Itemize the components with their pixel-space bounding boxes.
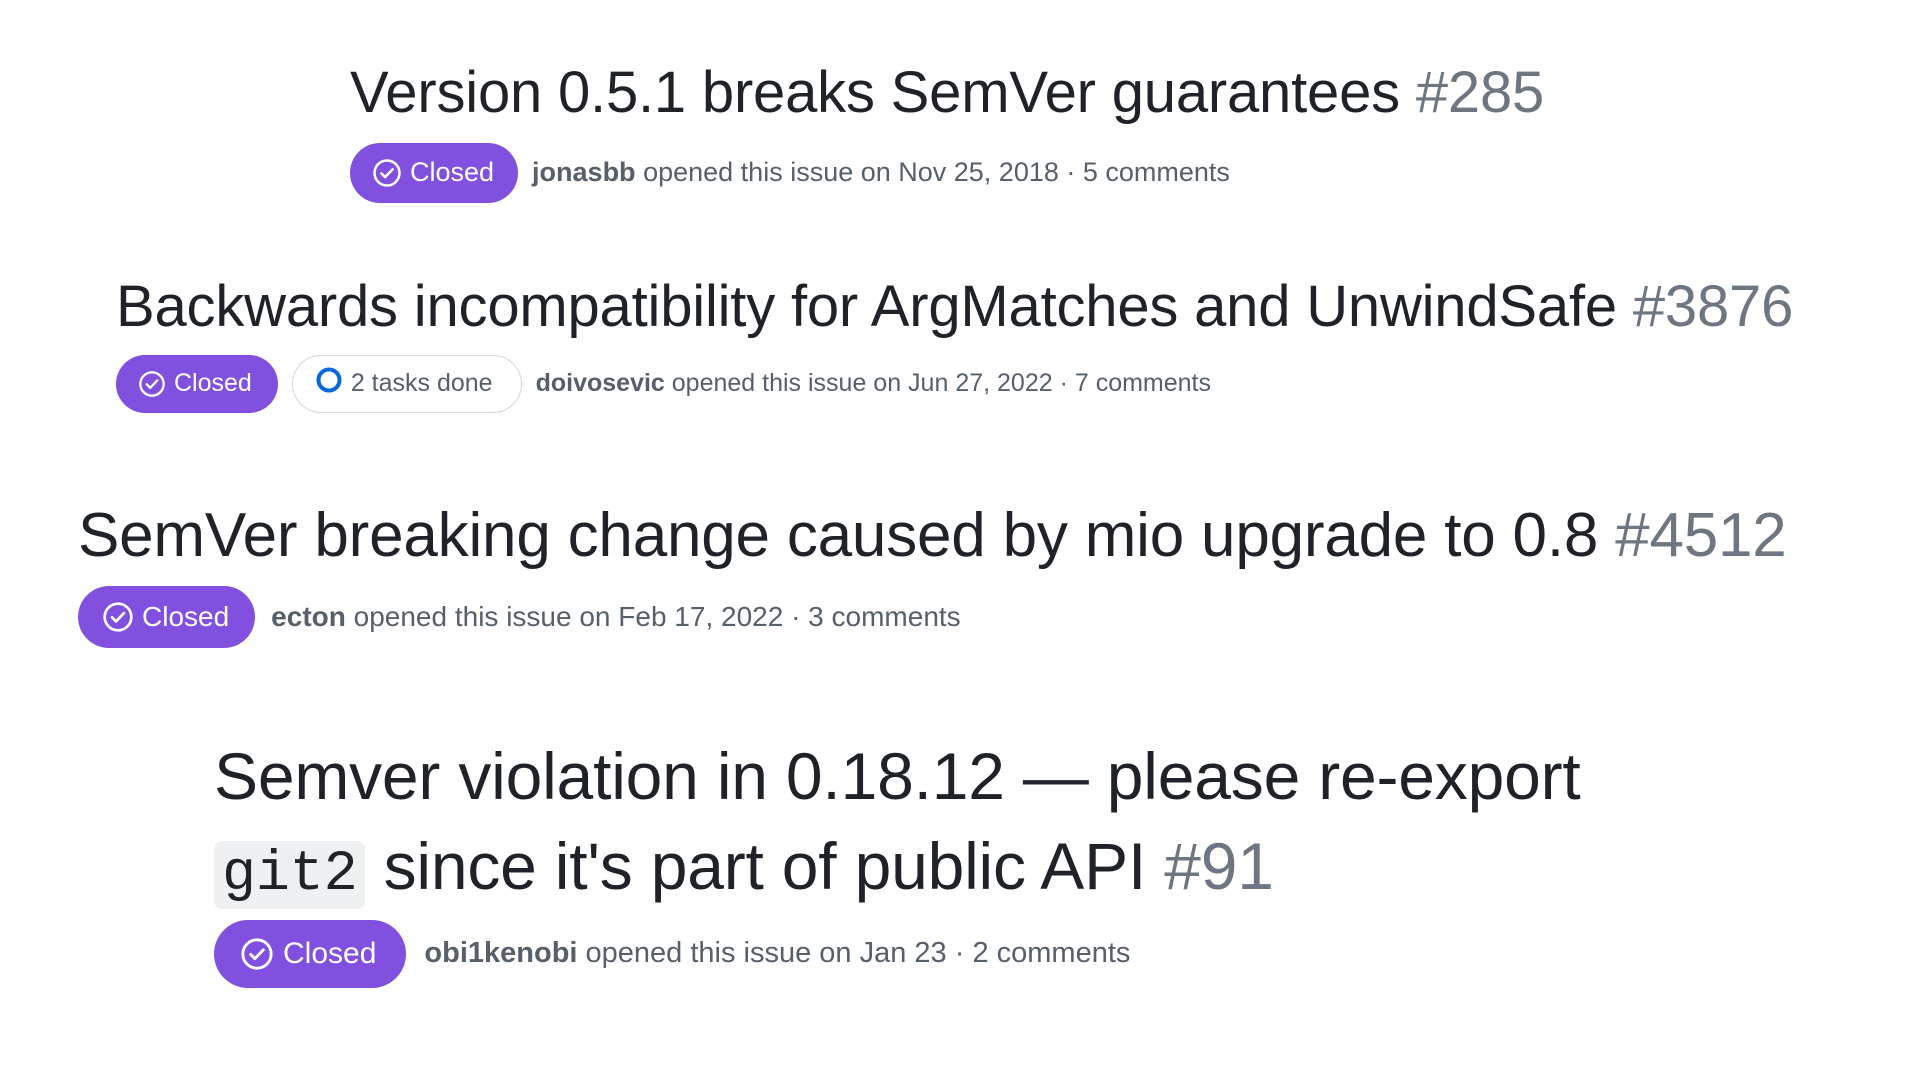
issue-number: #91 bbox=[1164, 828, 1274, 903]
issue-title: Backwards incompatibility for ArgMatches… bbox=[116, 272, 1793, 343]
opened-info: opened this issue on Jun 27, 2022 · 7 co… bbox=[671, 369, 1212, 398]
status-badge-label: Closed bbox=[142, 600, 230, 632]
opened-info: opened this issue on Feb 17, 2022 · 3 co… bbox=[353, 600, 961, 632]
status-badge-label: Closed bbox=[283, 936, 377, 970]
issue-title: Semver violation in 0.18.12 — please re-… bbox=[214, 732, 1581, 914]
author-link[interactable]: obi1kenobi bbox=[424, 937, 577, 969]
issue-meta-text: jonasbb opened this issue on Nov 25, 201… bbox=[532, 157, 1230, 188]
issue-title-text[interactable]: SemVer breaking change caused by mio upg… bbox=[78, 501, 1598, 570]
status-badge-closed: Closed bbox=[214, 919, 407, 988]
issue-4512: SemVer breaking change caused by mio upg… bbox=[78, 498, 1787, 648]
tasks-label: 2 tasks done bbox=[350, 369, 493, 398]
status-badge-closed: Closed bbox=[350, 142, 519, 203]
opened-info: opened this issue on Nov 25, 2018 · 5 co… bbox=[643, 157, 1230, 188]
issue-meta-text: obi1kenobi opened this issue on Jan 23 ·… bbox=[424, 937, 1130, 970]
issue-number: #4512 bbox=[1615, 501, 1787, 570]
check-circle-icon bbox=[138, 370, 166, 398]
issue-title-line2[interactable]: since it's part of public API bbox=[384, 829, 1147, 903]
issue-91: Semver violation in 0.18.12 — please re-… bbox=[214, 732, 1581, 988]
issue-3876: Backwards incompatibility for ArgMatches… bbox=[116, 272, 1793, 413]
status-badge-closed: Closed bbox=[116, 354, 278, 413]
tasks-progress-pill[interactable]: 2 tasks done bbox=[291, 354, 522, 413]
issue-number: #285 bbox=[1415, 60, 1545, 125]
status-badge-closed: Closed bbox=[78, 585, 256, 648]
check-circle-icon bbox=[240, 937, 274, 971]
author-link[interactable]: ecton bbox=[271, 601, 346, 632]
issue-meta-text: doivosevic opened this issue on Jun 27, … bbox=[536, 369, 1211, 398]
author-link[interactable]: jonasbb bbox=[532, 157, 636, 187]
progress-ring-icon bbox=[315, 366, 343, 401]
issue-title: SemVer breaking change caused by mio upg… bbox=[78, 498, 1787, 574]
issue-meta: Closed 2 tasks done doivosevic opened th… bbox=[116, 354, 1793, 413]
issue-meta: Closed jonasbb opened this issue on Nov … bbox=[350, 142, 1544, 203]
issue-285: Version 0.5.1 breaks SemVer guarantees #… bbox=[350, 58, 1544, 203]
check-circle-icon bbox=[102, 601, 134, 633]
issue-title-text[interactable]: Backwards incompatibility for ArgMatches… bbox=[116, 274, 1617, 339]
issue-meta: Closed obi1kenobi opened this issue on J… bbox=[214, 919, 1581, 988]
status-badge-label: Closed bbox=[174, 369, 252, 398]
opened-info: opened this issue on Jan 23 · 2 comments bbox=[585, 937, 1131, 970]
issue-title-line1[interactable]: Semver violation in 0.18.12 — please re-… bbox=[214, 739, 1581, 813]
issue-title-text[interactable]: Version 0.5.1 breaks SemVer guarantees bbox=[350, 60, 1400, 125]
inline-code: git2 bbox=[214, 840, 366, 909]
issue-title: Version 0.5.1 breaks SemVer guarantees #… bbox=[350, 58, 1544, 129]
author-link[interactable]: doivosevic bbox=[536, 369, 665, 397]
check-circle-icon bbox=[372, 158, 402, 188]
issue-meta: Closed ecton opened this issue on Feb 17… bbox=[78, 585, 1787, 648]
status-badge-label: Closed bbox=[410, 157, 495, 188]
issue-meta-text: ecton opened this issue on Feb 17, 2022 … bbox=[271, 601, 961, 633]
issue-number: #3876 bbox=[1632, 274, 1794, 339]
